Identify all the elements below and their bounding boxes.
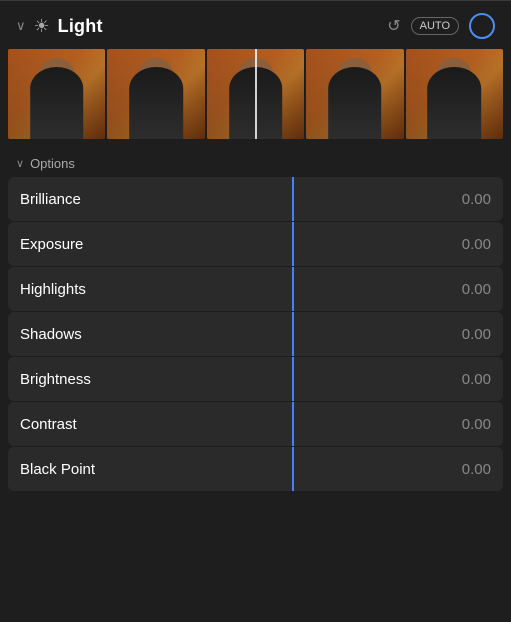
slider-line-black-point (292, 447, 294, 491)
slider-line-shadows (292, 312, 294, 356)
slider-track-shadows[interactable] (140, 312, 446, 356)
person-body-2 (129, 67, 183, 139)
slider-track-contrast[interactable] (140, 402, 446, 446)
auto-button[interactable]: AUTO (411, 17, 459, 35)
slider-row-brilliance[interactable]: Brilliance 0.00 (8, 177, 503, 221)
slider-label-brightness: Brightness (20, 371, 140, 388)
slider-line-exposure (292, 222, 294, 266)
preview-image-2 (107, 49, 204, 139)
person-body-1 (30, 67, 84, 139)
header-left: ∨ ☀ Light (16, 16, 379, 37)
slider-value-black-point: 0.00 (446, 461, 491, 478)
options-header[interactable]: ∨ Options (0, 148, 511, 177)
slider-value-exposure: 0.00 (446, 236, 491, 253)
slider-track-exposure[interactable] (140, 222, 446, 266)
slider-line-brightness (292, 357, 294, 401)
slider-row-highlights[interactable]: Highlights 0.00 (8, 267, 503, 311)
slider-track-brightness[interactable] (140, 357, 446, 401)
preview-image-5 (406, 49, 503, 139)
slider-line-highlights (292, 267, 294, 311)
slider-label-black-point: Black Point (20, 461, 140, 478)
person-body-4 (328, 67, 382, 139)
slider-label-highlights: Highlights (20, 281, 140, 298)
preview-image-3 (207, 49, 304, 139)
panel-header: ∨ ☀ Light ↺ AUTO (0, 1, 511, 49)
undo-icon[interactable]: ↺ (387, 16, 400, 36)
options-label: Options (30, 156, 75, 171)
light-panel: ∨ ☀ Light ↺ AUTO (0, 0, 511, 622)
slider-track-brilliance[interactable] (140, 177, 446, 221)
slider-track-black-point[interactable] (140, 447, 446, 491)
sun-icon: ☀ (34, 16, 50, 37)
slider-row-exposure[interactable]: Exposure 0.00 (8, 222, 503, 266)
slider-label-contrast: Contrast (20, 416, 140, 433)
preview-strip (0, 49, 511, 144)
slider-row-shadows[interactable]: Shadows 0.00 (8, 312, 503, 356)
slider-row-black-point[interactable]: Black Point 0.00 (8, 447, 503, 491)
slider-label-exposure: Exposure (20, 236, 140, 253)
slider-value-contrast: 0.00 (446, 416, 491, 433)
panel-title: Light (58, 16, 103, 37)
slider-value-shadows: 0.00 (446, 326, 491, 343)
collapse-chevron-icon[interactable]: ∨ (16, 18, 26, 34)
slider-value-highlights: 0.00 (446, 281, 491, 298)
slider-label-brilliance: Brilliance (20, 191, 140, 208)
slider-track-highlights[interactable] (140, 267, 446, 311)
slider-value-brilliance: 0.00 (446, 191, 491, 208)
slider-value-brightness: 0.00 (446, 371, 491, 388)
person-body-3 (229, 67, 283, 139)
person-body-5 (428, 67, 482, 139)
slider-row-brightness[interactable]: Brightness 0.00 (8, 357, 503, 401)
toggle-circle-button[interactable] (469, 13, 495, 39)
preview-image-4 (306, 49, 403, 139)
slider-label-shadows: Shadows (20, 326, 140, 343)
slider-line-brilliance (292, 177, 294, 221)
options-chevron-icon: ∨ (16, 157, 24, 170)
sliders-container: Brilliance 0.00 Exposure 0.00 Highlights 0.00… (0, 177, 511, 622)
preview-image-1 (8, 49, 105, 139)
slider-line-contrast (292, 402, 294, 446)
header-controls: ↺ AUTO (387, 13, 495, 39)
slider-row-contrast[interactable]: Contrast 0.00 (8, 402, 503, 446)
